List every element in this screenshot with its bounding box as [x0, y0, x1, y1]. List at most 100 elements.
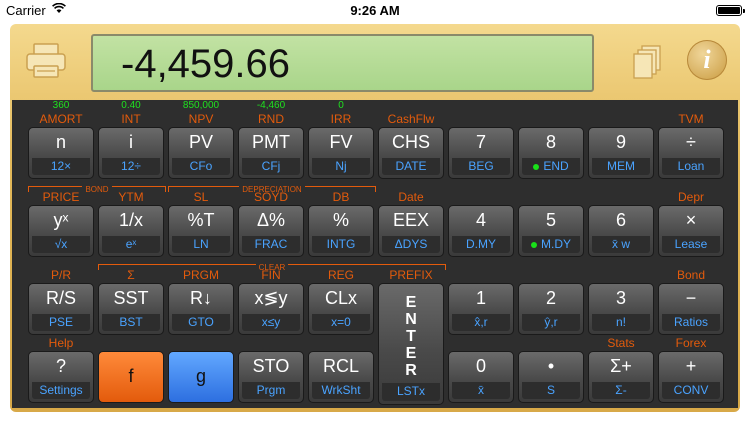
key-1[interactable]: 1 x̂,r	[448, 283, 514, 335]
key-label: •	[547, 356, 555, 376]
key-label: −	[685, 288, 697, 308]
key-sigma-plus[interactable]: Σ+ Σ-	[588, 351, 654, 403]
key-g-shift[interactable]: g	[168, 351, 234, 403]
key-g-label: WrkSht	[312, 382, 370, 399]
key-i[interactable]: i 12÷	[98, 127, 164, 179]
key-divide[interactable]: ÷ Loan	[658, 127, 724, 179]
key-2[interactable]: 2 ŷ,r	[518, 283, 584, 335]
key-sto[interactable]: STO Prgm	[238, 351, 304, 403]
key-g-label: ŷ,r	[522, 314, 580, 331]
f-label-stats: Stats	[607, 336, 635, 350]
key-g-label: LSTx	[382, 383, 440, 401]
key-g-label: Σ-	[592, 382, 650, 399]
f-label-help: Help	[48, 336, 74, 350]
key-clx[interactable]: CLx x=0	[308, 283, 374, 335]
f-label-soyd: SOYD	[253, 190, 288, 204]
key-g-label: GTO	[172, 314, 230, 331]
f-label-sl: SL	[193, 190, 209, 204]
key-run-stop[interactable]: R/S PSE	[28, 283, 94, 335]
key-g-label: Nj	[312, 158, 370, 175]
key-label: 8	[545, 132, 556, 152]
key-pmt[interactable]: PMT CFj	[238, 127, 304, 179]
key-3[interactable]: 3 n!	[588, 283, 654, 335]
key-g-label: END	[522, 158, 580, 175]
key-help[interactable]: ? Settings	[28, 351, 94, 403]
key-label: f	[128, 366, 134, 386]
register-n: 360	[52, 100, 70, 111]
key-g-label: BST	[102, 314, 160, 331]
f-label-npv: NPV	[188, 112, 214, 126]
calculator-display: -4,459.66	[91, 34, 594, 92]
key-7[interactable]: 7 BEG	[448, 127, 514, 179]
key-chs[interactable]: CHS DATE	[378, 127, 444, 179]
key-label: ×	[685, 210, 697, 230]
key-y-power-x[interactable]: yˣ √x	[28, 205, 94, 257]
key-f-shift[interactable]: f	[98, 351, 164, 403]
f-label-irr: IRR	[330, 112, 352, 126]
key-label: 5	[545, 210, 556, 230]
register-i: 0.40	[121, 100, 141, 111]
f-label-depr: Depr	[677, 190, 704, 204]
key-rcl[interactable]: RCL WrkSht	[308, 351, 374, 403]
f-label-reg: REG	[327, 268, 354, 282]
f-label-bond: Bond	[676, 268, 706, 282]
key-n[interactable]: n 12×	[28, 127, 94, 179]
key-label: 1	[475, 288, 486, 308]
key-g-label: Settings	[32, 382, 90, 399]
key-g-label: Ratios	[662, 314, 720, 331]
key-g-label: S	[522, 382, 580, 399]
key-multiply[interactable]: × Lease	[658, 205, 724, 257]
key-minus[interactable]: − Ratios	[658, 283, 724, 335]
key-x-swap-y[interactable]: x≶y x≤y	[238, 283, 304, 335]
info-button[interactable]: i	[687, 40, 727, 80]
key-delta-percent[interactable]: Δ% FRAC	[238, 205, 304, 257]
info-icon: i	[703, 45, 711, 74]
key-roll-down[interactable]: R↓ GTO	[168, 283, 234, 335]
key-0[interactable]: 0 x̄	[448, 351, 514, 403]
f-label-cashflw: CashFlw	[387, 112, 435, 126]
key-label: R/S	[45, 288, 76, 308]
key-g-label: CFo	[172, 158, 230, 175]
printer-icon[interactable]	[24, 42, 68, 80]
key-g-label: Lease	[662, 236, 720, 253]
f-label-db: DB	[332, 190, 350, 204]
key-label: g	[195, 366, 206, 386]
key-sst[interactable]: SST BST	[98, 283, 164, 335]
key-g-label: 12×	[32, 158, 90, 175]
key-pv[interactable]: PV CFo	[168, 127, 234, 179]
key-fv[interactable]: FV Nj	[308, 127, 374, 179]
key-label: 6	[615, 210, 626, 230]
key-g-label: x̂,r	[452, 314, 510, 331]
register-fv: 0	[338, 100, 344, 111]
key-5[interactable]: 5 M.DY	[518, 205, 584, 257]
key-reciprocal[interactable]: 1/x eˣ	[98, 205, 164, 257]
key-g-label: PSE	[32, 314, 90, 331]
key-plus[interactable]: + CONV	[658, 351, 724, 403]
key-label: n	[55, 132, 66, 152]
copy-icon[interactable]	[632, 44, 664, 80]
key-percent-total[interactable]: %T LN	[168, 205, 234, 257]
key-6[interactable]: 6 x̄ w	[588, 205, 654, 257]
key-decimal[interactable]: • S	[518, 351, 584, 403]
key-g-label: √x	[32, 236, 90, 253]
key-label: ?	[55, 356, 66, 376]
key-enter[interactable]: ENTER LSTx	[378, 283, 444, 405]
key-g-label: MEM	[592, 158, 650, 175]
key-label: PMT	[252, 132, 290, 152]
key-9[interactable]: 9 MEM	[588, 127, 654, 179]
clock: 9:26 AM	[350, 3, 400, 18]
f-label-ytm: YTM	[118, 190, 144, 204]
key-g-label: M.DY	[522, 236, 580, 253]
f-label-int: INT	[121, 112, 141, 126]
key-g-label: D.MY	[452, 236, 510, 253]
key-eex[interactable]: EEX ΔDYS	[378, 205, 444, 257]
key-8[interactable]: 8 END	[518, 127, 584, 179]
key-label: CLx	[324, 288, 357, 308]
f-label-date: Date	[398, 190, 424, 204]
key-percent[interactable]: % INTG	[308, 205, 374, 257]
key-label: x≶y	[254, 288, 288, 308]
key-g-label: BEG	[452, 158, 510, 175]
key-4[interactable]: 4 D.MY	[448, 205, 514, 257]
key-label: 3	[615, 288, 626, 308]
key-g-label: x̄	[452, 382, 510, 399]
